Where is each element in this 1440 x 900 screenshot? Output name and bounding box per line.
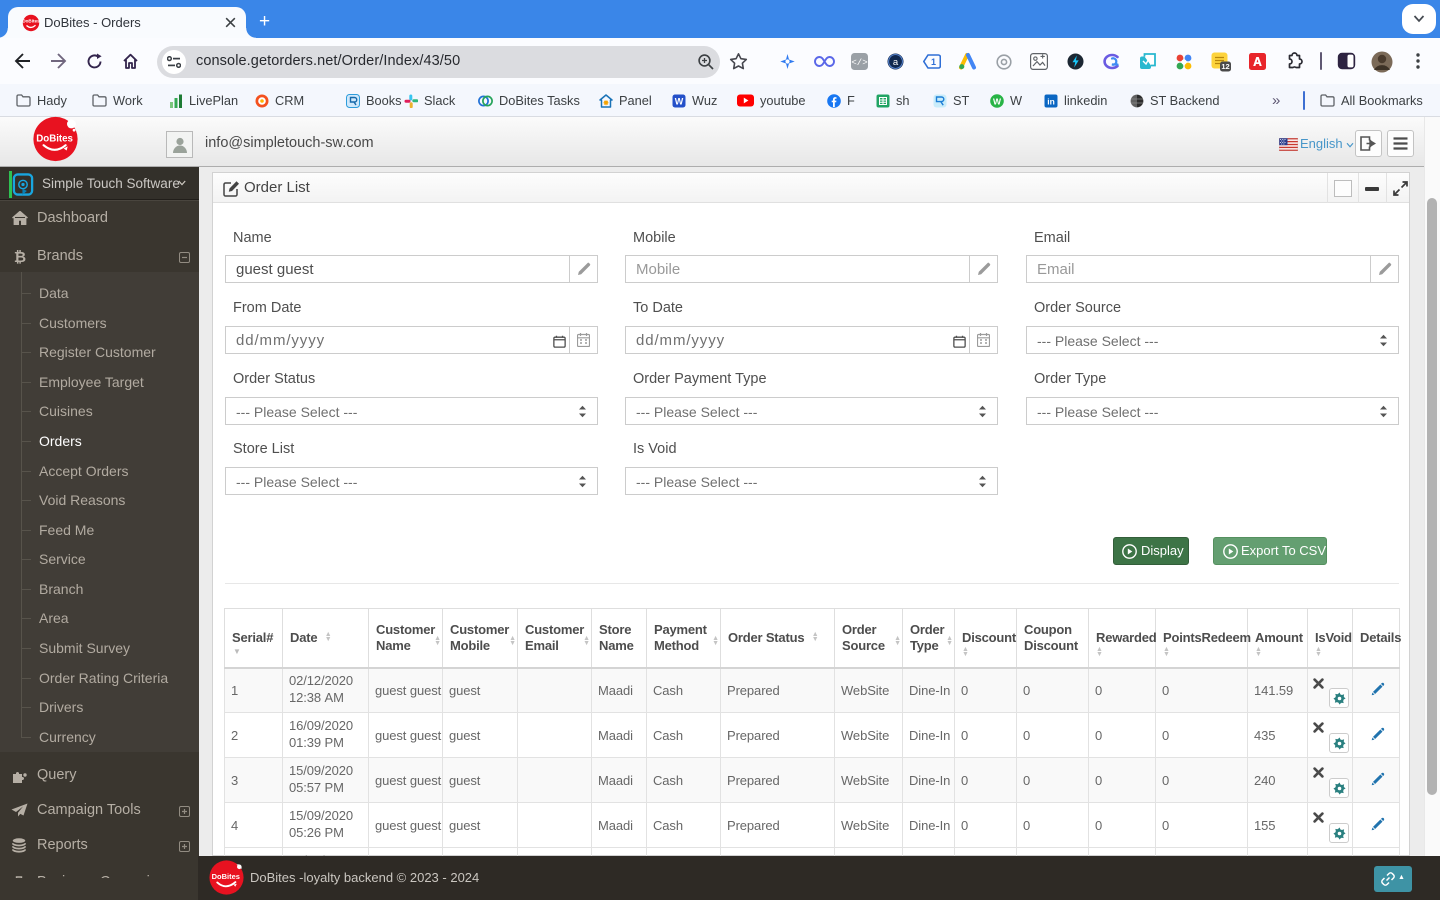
svg-text:1: 1 xyxy=(931,57,936,67)
svg-text:DoBites: DoBites xyxy=(36,134,73,145)
svg-text:12: 12 xyxy=(1221,62,1229,71)
svg-text:in: in xyxy=(1047,96,1055,106)
svg-text:W: W xyxy=(675,96,684,106)
svg-text:a: a xyxy=(893,57,899,68)
svg-text:DoBites: DoBites xyxy=(212,872,240,881)
svg-text:W: W xyxy=(993,96,1002,106)
svg-text:₿: ₿ xyxy=(14,249,26,265)
svg-text:DoBites: DoBites xyxy=(22,19,40,24)
svg-text:</>: </> xyxy=(851,58,867,68)
